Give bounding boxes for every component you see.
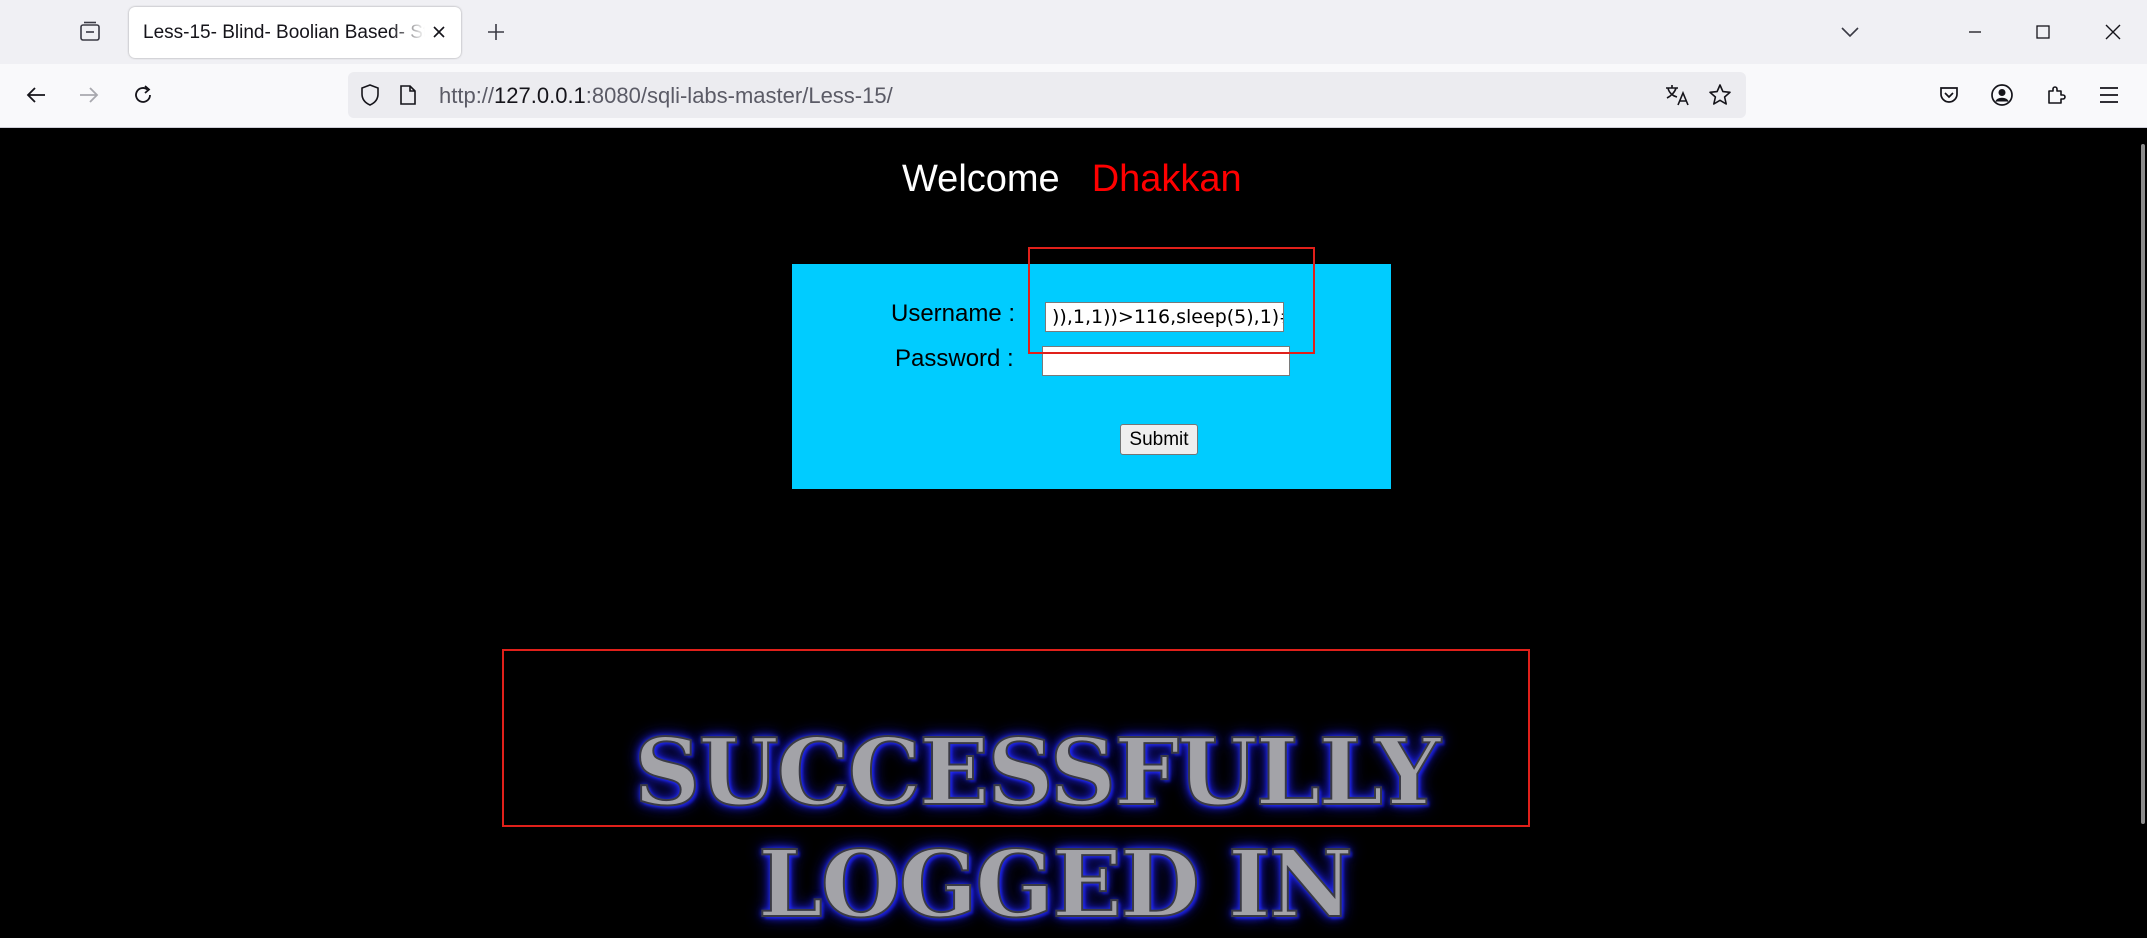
- maximize-icon: [2036, 25, 2050, 39]
- submit-button[interactable]: Submit: [1120, 424, 1198, 455]
- firefox-view-icon: [80, 21, 100, 41]
- url-scheme: http://: [439, 83, 495, 108]
- pocket-button[interactable]: [1929, 75, 1969, 115]
- maximize-button[interactable]: [2009, 0, 2077, 64]
- list-all-tabs-button[interactable]: [1830, 14, 1870, 50]
- extensions-button[interactable]: [2036, 75, 2076, 115]
- user-name: Dhakkan: [1091, 158, 1242, 200]
- shield-icon[interactable]: [357, 83, 383, 107]
- arrow-left-icon: [26, 87, 45, 103]
- close-icon: [433, 26, 445, 38]
- tab-close-button[interactable]: [427, 20, 451, 44]
- url-host: 127.0.0.1: [494, 83, 586, 108]
- active-tab[interactable]: Less-15- Blind- Boolian Based- String: [129, 7, 461, 58]
- account-button[interactable]: [1982, 75, 2022, 115]
- plus-icon: [488, 24, 504, 40]
- account-icon: [1991, 84, 2013, 106]
- highlight-box-result: [502, 649, 1530, 827]
- url-text[interactable]: http://127.0.0.1:8080/sqli-labs-master/L…: [439, 83, 893, 109]
- chevron-down-icon: [1841, 27, 1859, 38]
- forward-button[interactable]: [69, 75, 109, 115]
- back-button[interactable]: [16, 75, 56, 115]
- navigation-toolbar: http://127.0.0.1:8080/sqli-labs-master/L…: [0, 64, 2147, 128]
- password-label: Password :: [895, 345, 1014, 372]
- welcome-text: Welcome: [902, 158, 1060, 200]
- new-tab-button[interactable]: [478, 14, 514, 50]
- window-close-button[interactable]: [2079, 0, 2147, 64]
- username-label: Username :: [891, 300, 1016, 327]
- url-path: :8080/sqli-labs-master/Less-15/: [585, 83, 893, 108]
- tab-title: Less-15- Blind- Boolian Based- String: [143, 22, 425, 43]
- reload-button[interactable]: [123, 75, 163, 115]
- app-menu-button[interactable]: [2089, 75, 2129, 115]
- pocket-icon: [1940, 87, 1958, 103]
- url-bar[interactable]: http://127.0.0.1:8080/sqli-labs-master/L…: [348, 72, 1746, 118]
- translate-icon[interactable]: [1664, 83, 1690, 107]
- welcome-heading: Welcome Dhakkan: [902, 158, 1242, 201]
- firefox-view-button[interactable]: [70, 14, 110, 50]
- reload-icon: [135, 85, 151, 103]
- highlight-box-username: [1028, 247, 1315, 354]
- puzzle-icon: [2048, 86, 2066, 104]
- minimize-button[interactable]: [1941, 0, 2009, 64]
- close-icon: [2105, 24, 2121, 40]
- page-icon[interactable]: [395, 83, 421, 107]
- hamburger-menu-icon: [2100, 87, 2118, 103]
- arrow-right-icon: [80, 87, 99, 103]
- bookmark-star-icon[interactable]: [1707, 83, 1733, 107]
- success-text-line2: LOGGED IN: [757, 829, 1354, 938]
- scrollbar-thumb[interactable]: [2141, 144, 2145, 824]
- tab-bar: Less-15- Blind- Boolian Based- String: [0, 0, 2147, 64]
- page-content: Welcome Dhakkan Username : )),1,1))>116,s…: [0, 128, 2147, 938]
- minimize-icon: [1969, 31, 1981, 33]
